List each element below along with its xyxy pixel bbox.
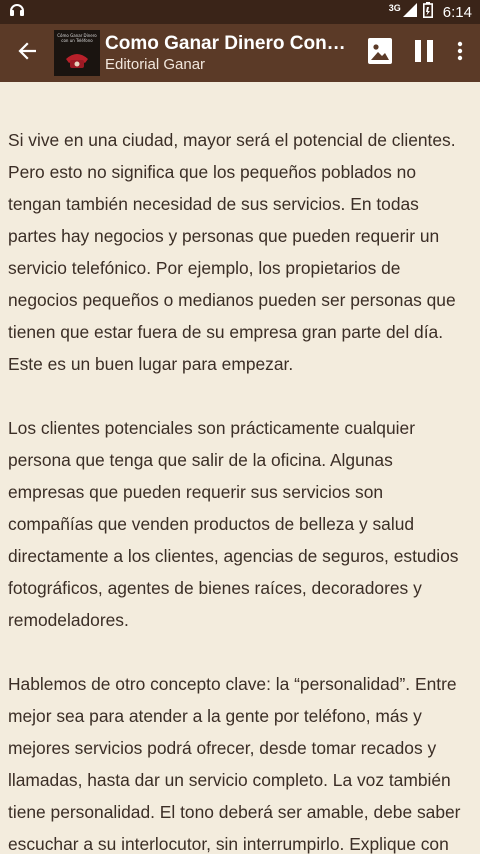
book-titles: Como Ganar Dinero Con… Editorial Ganar — [105, 33, 358, 74]
network-type: 3G — [388, 3, 401, 13]
back-button[interactable] — [0, 24, 54, 82]
reader-content[interactable]: Si vive en una ciudad, mayor será el pot… — [0, 82, 480, 854]
book-cover-title: Cómo Ganar Dinero con un Teléfono — [57, 33, 97, 43]
phone-illustration-icon — [63, 47, 91, 69]
overflow-menu-button[interactable] — [446, 31, 474, 75]
toolbar-actions — [358, 31, 474, 75]
book-title: Como Ganar Dinero Con… — [105, 32, 346, 54]
image-icon — [368, 37, 392, 69]
signal-icon — [402, 3, 417, 21]
app-bar: Cómo Ganar Dinero con un Teléfono Como G… — [0, 24, 480, 82]
paragraph: Si vive en una ciudad, mayor será el pot… — [8, 130, 456, 374]
book-cover[interactable]: Cómo Ganar Dinero con un Teléfono — [54, 30, 100, 76]
more-vert-icon — [457, 41, 463, 66]
status-right: 3G 6:14 — [389, 2, 472, 22]
headset-notification-icon — [8, 2, 26, 23]
arrow-back-icon — [18, 41, 37, 65]
status-bar: 3G 6:14 — [0, 0, 480, 24]
pause-icon — [414, 39, 434, 67]
book-publisher: Editorial Ganar — [105, 55, 206, 73]
battery-icon — [422, 2, 433, 22]
pause-button[interactable] — [402, 31, 446, 75]
paragraph: Hablemos de otro concepto clave: la “per… — [8, 674, 461, 854]
status-left — [8, 2, 26, 23]
image-button[interactable] — [358, 31, 402, 75]
status-time: 6:14 — [442, 3, 472, 21]
paragraph: Los clientes potenciales son prácticamen… — [8, 418, 459, 630]
